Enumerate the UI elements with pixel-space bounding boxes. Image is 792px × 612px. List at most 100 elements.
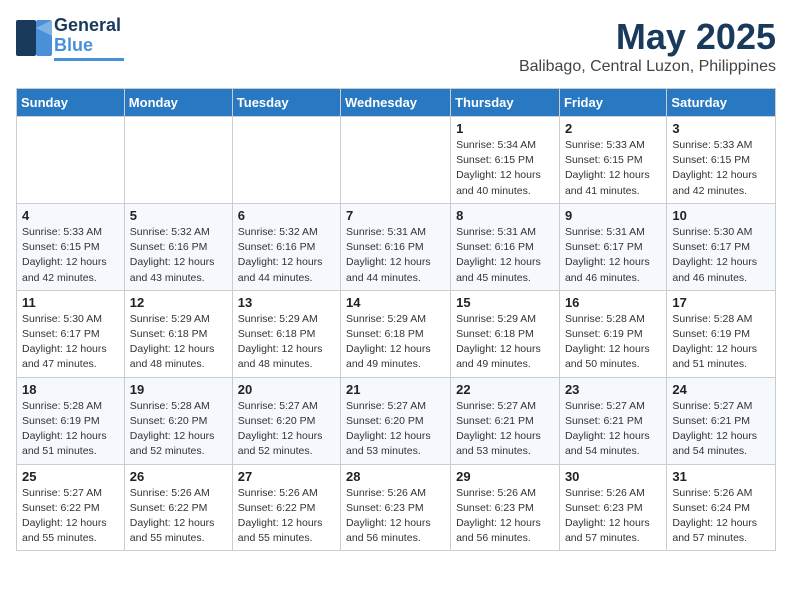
calendar-body: 1 Sunrise: 5:34 AMSunset: 6:15 PMDaylight… [17,117,776,551]
day-number: 9 [565,208,661,223]
day-info: Sunrise: 5:28 AMSunset: 6:19 PMDaylight:… [22,399,119,460]
day-number: 7 [346,208,445,223]
day-number: 18 [22,382,119,397]
day-number: 19 [130,382,227,397]
day-info: Sunrise: 5:29 AMSunset: 6:18 PMDaylight:… [456,312,554,373]
day-number: 11 [22,295,119,310]
calendar-cell: 17Sunrise: 5:28 AMSunset: 6:19 PMDayligh… [667,290,776,377]
day-info: Sunrise: 5:27 AMSunset: 6:21 PMDaylight:… [672,399,770,460]
day-info: Sunrise: 5:34 AMSunset: 6:15 PMDaylight:… [456,138,554,199]
calendar-week-row: 18 Sunrise: 5:28 AMSunset: 6:19 PMDayligh… [17,377,776,464]
calendar-cell: 6Sunrise: 5:32 AMSunset: 6:16 PMDaylight… [232,203,340,290]
day-number: 6 [238,208,335,223]
header-monday: Monday [124,89,232,117]
day-number: 20 [238,382,335,397]
calendar-cell: 5 Sunrise: 5:32 AMSunset: 6:16 PMDaylight… [124,203,232,290]
calendar-cell: 16Sunrise: 5:28 AMSunset: 6:19 PMDayligh… [559,290,666,377]
day-number: 8 [456,208,554,223]
day-info: Sunrise: 5:26 AMSunset: 6:23 PMDaylight:… [456,486,554,547]
day-info: Sunrise: 5:27 AMSunset: 6:20 PMDaylight:… [346,399,445,460]
day-info: Sunrise: 5:31 AMSunset: 6:16 PMDaylight:… [346,225,445,286]
day-info: Sunrise: 5:33 AMSunset: 6:15 PMDaylight:… [672,138,770,199]
header-thursday: Thursday [451,89,560,117]
day-number: 30 [565,469,661,484]
day-number: 28 [346,469,445,484]
calendar-cell: 21Sunrise: 5:27 AMSunset: 6:20 PMDayligh… [341,377,451,464]
day-info: Sunrise: 5:28 AMSunset: 6:20 PMDaylight:… [130,399,227,460]
page-header: General Blue May 2025 Balibago, Central … [16,16,776,76]
day-number: 14 [346,295,445,310]
day-number: 4 [22,208,119,223]
calendar-week-row: 4 Sunrise: 5:33 AMSunset: 6:15 PMDaylight… [17,203,776,290]
calendar-cell: 23 Sunrise: 5:27 AMSunset: 6:21 PMDayligh… [559,377,666,464]
calendar-cell: 7 Sunrise: 5:31 AMSunset: 6:16 PMDaylight… [341,203,451,290]
calendar-cell: 27Sunrise: 5:26 AMSunset: 6:22 PMDayligh… [232,464,340,551]
calendar-cell: 24 Sunrise: 5:27 AMSunset: 6:21 PMDayligh… [667,377,776,464]
calendar-cell: 28 Sunrise: 5:26 AMSunset: 6:23 PMDayligh… [341,464,451,551]
day-number: 13 [238,295,335,310]
day-number: 29 [456,469,554,484]
day-info: Sunrise: 5:26 AMSunset: 6:23 PMDaylight:… [346,486,445,547]
day-number: 31 [672,469,770,484]
day-number: 5 [130,208,227,223]
logo: General Blue [16,16,124,61]
day-number: 15 [456,295,554,310]
calendar-cell: 3Sunrise: 5:33 AMSunset: 6:15 PMDaylight… [667,117,776,204]
calendar-cell: 18 Sunrise: 5:28 AMSunset: 6:19 PMDayligh… [17,377,125,464]
calendar-cell: 25 Sunrise: 5:27 AMSunset: 6:22 PMDayligh… [17,464,125,551]
day-number: 17 [672,295,770,310]
logo-general: General [54,15,121,35]
calendar-cell: 19 Sunrise: 5:28 AMSunset: 6:20 PMDayligh… [124,377,232,464]
header-tuesday: Tuesday [232,89,340,117]
day-info: Sunrise: 5:33 AMSunset: 6:15 PMDaylight:… [22,225,119,286]
calendar-cell: 4 Sunrise: 5:33 AMSunset: 6:15 PMDaylight… [17,203,125,290]
calendar-cell: 14 Sunrise: 5:29 AMSunset: 6:18 PMDayligh… [341,290,451,377]
calendar-cell [124,117,232,204]
calendar-week-row: 11Sunrise: 5:30 AMSunset: 6:17 PMDayligh… [17,290,776,377]
day-info: Sunrise: 5:33 AMSunset: 6:15 PMDaylight:… [565,138,661,199]
calendar-cell: 9 Sunrise: 5:31 AMSunset: 6:17 PMDaylight… [559,203,666,290]
day-info: Sunrise: 5:27 AMSunset: 6:20 PMDaylight:… [238,399,335,460]
calendar-cell: 8 Sunrise: 5:31 AMSunset: 6:16 PMDaylight… [451,203,560,290]
day-info: Sunrise: 5:26 AMSunset: 6:22 PMDaylight:… [130,486,227,547]
calendar-cell: 15 Sunrise: 5:29 AMSunset: 6:18 PMDayligh… [451,290,560,377]
day-info: Sunrise: 5:30 AMSunset: 6:17 PMDaylight:… [672,225,770,286]
calendar-cell [341,117,451,204]
day-info: Sunrise: 5:27 AMSunset: 6:21 PMDaylight:… [456,399,554,460]
logo-blue: Blue [54,36,124,56]
day-info: Sunrise: 5:31 AMSunset: 6:17 PMDaylight:… [565,225,661,286]
header-wednesday: Wednesday [341,89,451,117]
calendar-cell: 31 Sunrise: 5:26 AMSunset: 6:24 PMDayligh… [667,464,776,551]
day-info: Sunrise: 5:27 AMSunset: 6:22 PMDaylight:… [22,486,119,547]
day-info: Sunrise: 5:32 AMSunset: 6:16 PMDaylight:… [130,225,227,286]
day-info: Sunrise: 5:29 AMSunset: 6:18 PMDaylight:… [238,312,335,373]
calendar-cell: 1 Sunrise: 5:34 AMSunset: 6:15 PMDaylight… [451,117,560,204]
day-number: 24 [672,382,770,397]
header-saturday: Saturday [667,89,776,117]
day-number: 1 [456,121,554,136]
day-info: Sunrise: 5:26 AMSunset: 6:24 PMDaylight:… [672,486,770,547]
calendar-title: May 2025 [519,16,776,58]
day-number: 23 [565,382,661,397]
day-info: Sunrise: 5:31 AMSunset: 6:16 PMDaylight:… [456,225,554,286]
day-number: 12 [130,295,227,310]
calendar-cell: 30 Sunrise: 5:26 AMSunset: 6:23 PMDayligh… [559,464,666,551]
day-info: Sunrise: 5:26 AMSunset: 6:22 PMDaylight:… [238,486,335,547]
calendar-header-row: SundayMondayTuesdayWednesdayThursdayFrid… [17,89,776,117]
calendar-table: SundayMondayTuesdayWednesdayThursdayFrid… [16,88,776,551]
day-number: 2 [565,121,661,136]
day-info: Sunrise: 5:26 AMSunset: 6:23 PMDaylight:… [565,486,661,547]
calendar-subtitle: Balibago, Central Luzon, Philippines [519,58,776,76]
day-info: Sunrise: 5:29 AMSunset: 6:18 PMDaylight:… [346,312,445,373]
day-info: Sunrise: 5:29 AMSunset: 6:18 PMDaylight:… [130,312,227,373]
title-block: May 2025 Balibago, Central Luzon, Philip… [519,16,776,76]
day-number: 25 [22,469,119,484]
day-info: Sunrise: 5:27 AMSunset: 6:21 PMDaylight:… [565,399,661,460]
header-sunday: Sunday [17,89,125,117]
header-friday: Friday [559,89,666,117]
calendar-cell: 12 Sunrise: 5:29 AMSunset: 6:18 PMDayligh… [124,290,232,377]
day-info: Sunrise: 5:28 AMSunset: 6:19 PMDaylight:… [565,312,661,373]
day-number: 22 [456,382,554,397]
calendar-cell: 13 Sunrise: 5:29 AMSunset: 6:18 PMDayligh… [232,290,340,377]
calendar-cell: 10Sunrise: 5:30 AMSunset: 6:17 PMDayligh… [667,203,776,290]
